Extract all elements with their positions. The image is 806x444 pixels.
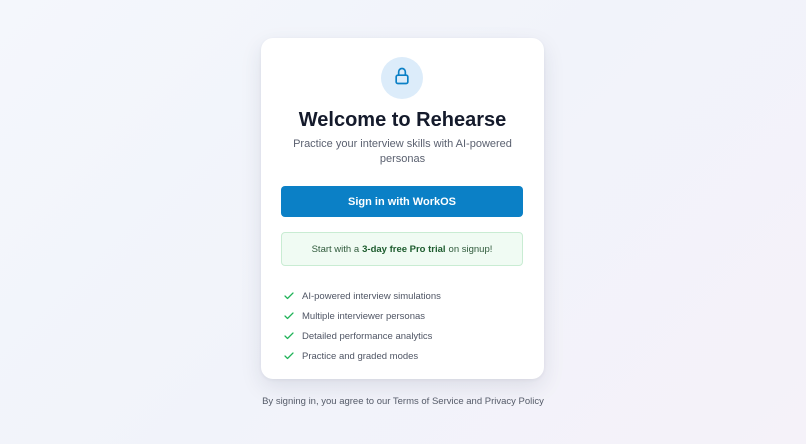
page-title: Welcome to Rehearse [298, 109, 507, 131]
feature-item: Practice and graded modes [283, 346, 441, 366]
check-icon [284, 292, 294, 300]
feature-label: Practice and graded modes [302, 350, 419, 362]
feature-label: Detailed performance analytics [302, 330, 433, 342]
signin-workos-button[interactable]: Sign in with WorkOS [281, 186, 523, 217]
feature-label: Multiple interviewer personas [302, 310, 426, 322]
trial-prefix: Start with a [311, 243, 360, 255]
feature-label: AI-powered interview simulations [302, 290, 441, 302]
feature-item: Detailed performance analytics [283, 326, 441, 346]
trial-highlight: 3-day free Pro trial [362, 243, 446, 255]
feature-item: Multiple interviewer personas [283, 306, 441, 326]
trial-banner: Start with a 3-day free Pro trial on sig… [281, 232, 523, 266]
check-icon [284, 312, 294, 320]
check-icon [284, 352, 294, 360]
terms-footer: By signing in, you agree to our Terms of… [262, 396, 544, 407]
feature-item: AI-powered interview simulations [283, 286, 441, 306]
login-card: Welcome to Rehearse Practice your interv… [261, 38, 544, 379]
lock-badge [381, 57, 423, 99]
check-icon [284, 332, 294, 340]
feature-list: AI-powered interview simulations Multipl… [283, 286, 441, 366]
lock-icon [392, 66, 412, 91]
trial-suffix: on signup! [448, 243, 493, 255]
page-subtitle: Practice your interview skills with AI-p… [293, 138, 512, 165]
